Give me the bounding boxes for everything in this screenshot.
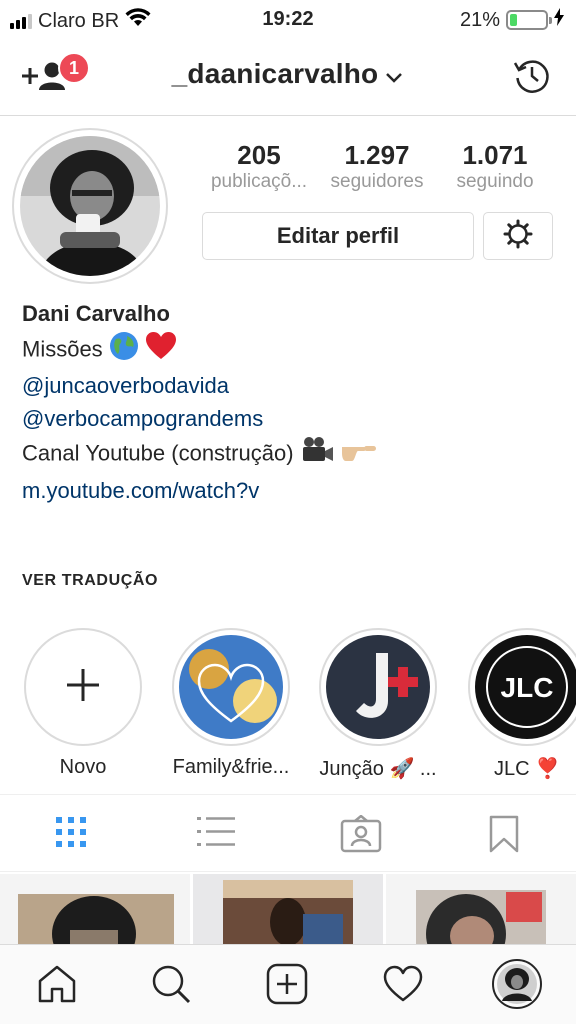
movie-camera-emoji (300, 435, 334, 475)
profile-bio: Dani Carvalho Missões @juncaoverbodavida… (22, 298, 378, 507)
avatar-photo (20, 136, 160, 276)
highlight-label: Novo (59, 756, 107, 778)
plus-icon (63, 665, 103, 710)
highlight-cover (179, 635, 283, 739)
chevron-down-icon (384, 60, 404, 92)
battery-percent: 21% (459, 8, 500, 31)
bio-line: Canal Youtube (construção) (22, 435, 378, 475)
post-grid (0, 874, 576, 944)
highlight-label: Family&frie... (172, 756, 290, 778)
new-post-icon[interactable] (266, 963, 308, 1010)
highlight-cover: JLC (475, 635, 576, 739)
post-thumbnail[interactable] (193, 874, 383, 944)
profile-header: 1 _daanicarvalho (0, 38, 576, 116)
followers-count: 1.297 (344, 140, 410, 170)
see-translation-link[interactable]: VER TRADUÇÃO (22, 572, 158, 590)
saved-icon[interactable] (488, 815, 520, 858)
settings-button[interactable] (483, 212, 553, 260)
grid-icon[interactable] (54, 815, 88, 854)
highlight-cover (326, 635, 430, 739)
username-switcher[interactable]: _daanicarvalho (0, 58, 576, 92)
list-icon[interactable] (196, 815, 236, 854)
following-count: 1.071 (462, 140, 528, 170)
globe-emoji (109, 331, 139, 371)
highlight-label: Junção 🚀 ... (319, 758, 437, 780)
following-label: seguindo (456, 171, 534, 192)
post-thumbnail[interactable] (0, 874, 190, 944)
profile-avatar[interactable] (12, 128, 168, 284)
red-heart-emoji (145, 331, 177, 371)
highlight-juncao[interactable]: Junção 🚀 ... (303, 628, 453, 781)
followers-stat[interactable]: 1.297 seguidores (318, 140, 436, 193)
activity-icon[interactable] (382, 963, 424, 1010)
profile-tabs (0, 794, 576, 872)
profile-stats: 205 publicaçõ... 1.297 seguidores 1.071 … (200, 140, 555, 193)
home-icon[interactable] (36, 963, 78, 1010)
posts-stat[interactable]: 205 publicaçõ... (200, 140, 318, 193)
bio-line: Missões (22, 331, 378, 371)
edit-profile-button[interactable]: Editar perfil (202, 212, 474, 260)
highlight-jlc[interactable]: JLC JLC ❣️ (452, 628, 576, 781)
full-name: Dani Carvalho (22, 301, 170, 326)
search-icon[interactable] (150, 963, 192, 1010)
bottom-navigation (0, 944, 576, 1024)
gear-icon (503, 219, 533, 254)
tagged-icon[interactable] (340, 814, 382, 858)
profile-icon[interactable] (492, 959, 542, 1014)
mention-link[interactable]: @juncaoverbodavida (22, 370, 378, 403)
battery-icon (506, 10, 552, 30)
history-icon[interactable] (512, 56, 552, 101)
website-link[interactable]: m.youtube.com/watch?v (22, 475, 378, 508)
svg-text:JLC: JLC (501, 672, 554, 703)
highlight-new[interactable]: Novo (8, 628, 158, 779)
posts-count: 205 (237, 140, 281, 170)
post-thumbnail[interactable] (386, 874, 576, 944)
status-bar: Claro BR 19:22 21% (0, 0, 576, 38)
posts-label: publicaçõ... (210, 171, 308, 192)
pointing-hand-emoji (340, 437, 378, 473)
mention-link[interactable]: @verbocampograndems (22, 403, 378, 436)
username-label: _daanicarvalho (171, 58, 379, 89)
highlight-family[interactable]: Family&frie... (156, 628, 306, 779)
story-highlights: Novo Family&frie... Junção 🚀 ... JLC JLC… (0, 628, 576, 788)
highlight-label: JLC ❣️ (493, 758, 561, 780)
following-stat[interactable]: 1.071 seguindo (436, 140, 554, 193)
followers-label: seguidores (330, 171, 424, 192)
charging-icon (554, 8, 564, 32)
